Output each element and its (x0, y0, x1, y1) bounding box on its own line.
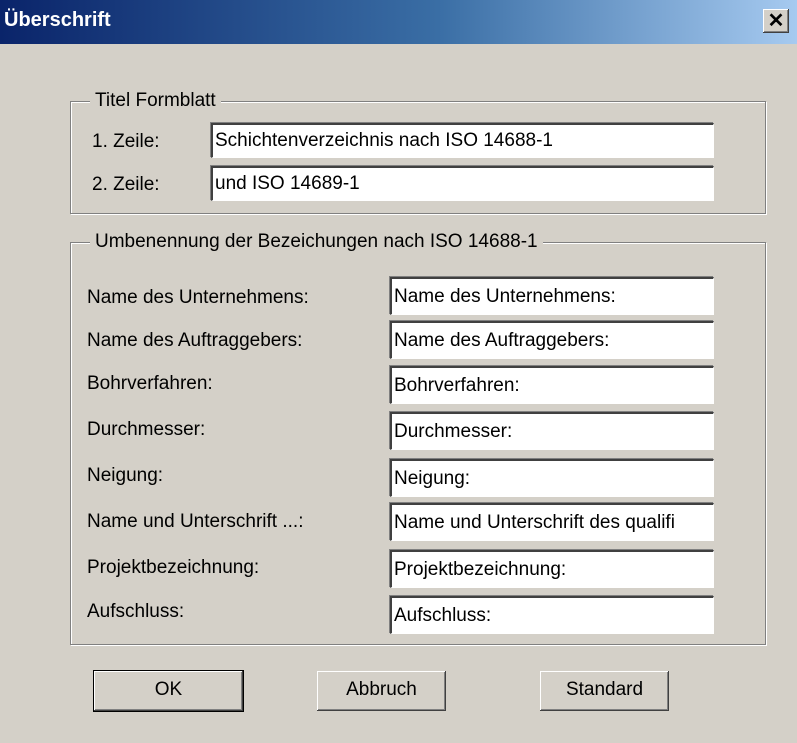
umbenennung-legend: Umbenennung der Bezeichungen nach ISO 14… (90, 230, 543, 254)
standard-button[interactable]: Standard (540, 671, 669, 711)
zeile-1-label: 1. Zeile: (92, 131, 160, 152)
zeile-2-input[interactable] (211, 166, 714, 201)
durchmesser-label: Durchmesser: (87, 419, 206, 440)
unterschrift-label: Name und Unterschrift ...: (87, 511, 304, 532)
auftraggeber-label: Name des Auftraggebers: (87, 330, 303, 351)
projektbezeichnung-input[interactable] (390, 550, 714, 588)
bohrverfahren-label: Bohrverfahren: (87, 373, 213, 394)
dialog-window: Überschrift ✕ Titel Formblatt 1. Zeile: … (0, 0, 797, 743)
neigung-input[interactable] (390, 459, 714, 497)
auftraggeber-input[interactable] (390, 321, 714, 359)
durchmesser-input[interactable] (390, 412, 714, 450)
unternehmen-input[interactable] (390, 277, 714, 315)
zeile-1-input[interactable] (211, 123, 714, 158)
unterschrift-input[interactable] (390, 503, 714, 541)
zeile-2-label: 2. Zeile: (92, 174, 160, 195)
title-bar[interactable]: Überschrift ✕ (0, 0, 797, 44)
window-title: Überschrift (4, 9, 111, 31)
abbruch-button[interactable]: Abbruch (317, 671, 446, 711)
ok-button[interactable]: OK (93, 670, 244, 712)
unternehmen-label: Name des Unternehmens: (87, 287, 309, 308)
bohrverfahren-input[interactable] (390, 366, 714, 404)
close-icon: ✕ (767, 10, 785, 32)
projektbezeichnung-label: Projektbezeichnung: (87, 557, 260, 578)
neigung-label: Neigung: (87, 465, 164, 486)
titel-formblatt-legend: Titel Formblatt (90, 89, 221, 113)
aufschluss-input[interactable] (390, 596, 714, 634)
aufschluss-label: Aufschluss: (87, 601, 185, 622)
close-button[interactable]: ✕ (763, 9, 789, 33)
